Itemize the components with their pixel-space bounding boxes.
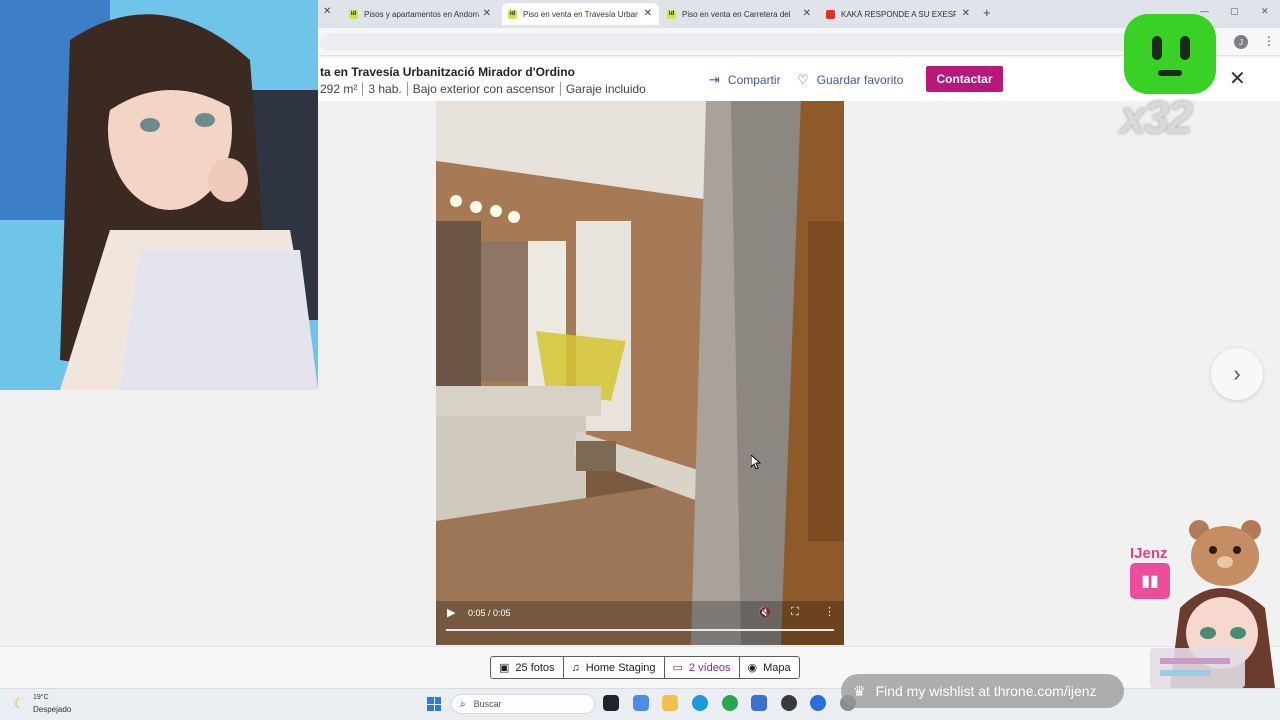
tab-label: Home Staging xyxy=(585,661,656,674)
tab-close-icon[interactable]: ✕ xyxy=(483,8,491,19)
idealista-favicon-icon: id xyxy=(667,9,676,19)
tab-close-icon[interactable]: ✕ xyxy=(323,6,331,17)
feature-area: 292 m² xyxy=(320,82,358,96)
browser-tab-piso-travesia[interactable]: id Piso en venta en Travesía Urbanitzaci… xyxy=(502,3,659,25)
share-label: Compartir xyxy=(727,73,781,87)
tab-title: KAKÁ RESPONDE A SU EXESPOSA xyxy=(841,9,956,19)
browser-tab-youtube[interactable]: KAKÁ RESPONDE A SU EXESPOSA ✕ xyxy=(820,3,977,25)
file-explorer-icon[interactable] xyxy=(662,695,678,711)
moon-icon[interactable]: ☾ xyxy=(13,696,25,712)
tab-map[interactable]: ◉ Mapa xyxy=(738,657,799,678)
more-options-icon[interactable]: ⋮ xyxy=(824,605,835,618)
mouse-cursor-icon xyxy=(751,455,761,469)
image-icon: ▣ xyxy=(499,662,510,674)
profile-avatar[interactable]: J xyxy=(1234,35,1248,49)
new-tab-button[interactable]: + xyxy=(983,5,991,20)
window-close-button[interactable]: ✕ xyxy=(1261,6,1269,17)
store-icon[interactable] xyxy=(751,695,767,711)
save-favorite-label: Guardar favorito xyxy=(816,73,904,87)
video-time: 0:05 / 0:05 xyxy=(468,608,511,618)
tab-label: 25 fotos xyxy=(515,661,555,674)
app-icon[interactable] xyxy=(810,695,826,711)
idealista-favicon-icon: id xyxy=(508,9,517,19)
browser-tab-pisos[interactable]: id Pisos y apartamentos en Andorra ✕ xyxy=(343,3,498,25)
webcam-overlay xyxy=(0,0,318,390)
share-icon: ⇥ xyxy=(709,72,720,87)
youtube-favicon-icon xyxy=(826,9,835,19)
address-bar[interactable] xyxy=(320,33,1130,51)
media-tabs: ▣ 25 fotos ♫ Home Staging ▭ 2 vídeos ◉ M… xyxy=(490,656,800,679)
tab-title: Pisos y apartamentos en Andorra xyxy=(364,9,479,19)
task-view-icon[interactable] xyxy=(603,695,619,711)
idealista-favicon-icon: id xyxy=(349,9,358,19)
heart-icon: ♡ xyxy=(797,72,809,87)
vtuber-avatar xyxy=(1150,578,1280,688)
chrome-icon[interactable] xyxy=(722,695,738,711)
death-counter: x32 xyxy=(1120,91,1193,143)
wishlist-banner: ♛ Find my wishlist at throne.com/ijenz xyxy=(841,674,1124,708)
feature-floor: Bajo exterior con ascensor xyxy=(406,82,560,96)
taskbar-search[interactable]: ⌕ Buscar xyxy=(451,694,595,714)
tab-home-staging[interactable]: ♫ Home Staging xyxy=(562,657,664,678)
map-pin-icon: ◉ xyxy=(747,662,758,674)
tab-videos[interactable]: ▭ 2 vídeos xyxy=(663,657,739,678)
video-icon: ▭ xyxy=(672,662,683,674)
video-frame-image xyxy=(436,101,844,645)
bell-icon: ♫ xyxy=(571,661,580,674)
search-icon: ⌕ xyxy=(460,698,466,710)
tab-title: Piso en venta en Carretera del xyxy=(682,9,791,19)
play-icon[interactable]: ▶ xyxy=(447,606,455,619)
listing-features: 292 m² 3 hab. Bajo exterior con ascensor… xyxy=(320,82,651,96)
browser-menu-icon[interactable]: ⋮ xyxy=(1263,34,1275,48)
weather-temperature[interactable]: 19°C xyxy=(33,694,49,701)
tab-close-icon[interactable]: ✕ xyxy=(962,8,970,19)
tab-label: Mapa xyxy=(763,661,791,674)
share-button[interactable]: ⇥ Compartir xyxy=(709,72,781,88)
counter-mascot-icon xyxy=(1124,14,1216,94)
feature-garage: Garaje incluido xyxy=(559,82,651,96)
search-placeholder: Buscar xyxy=(473,699,502,709)
feature-rooms: 3 hab. xyxy=(362,82,406,96)
tab-close-icon[interactable]: ✕ xyxy=(644,8,652,19)
obs-icon[interactable] xyxy=(781,695,797,711)
contact-button[interactable]: Contactar xyxy=(926,66,1003,92)
maximize-button[interactable]: ▢ xyxy=(1230,6,1239,17)
weather-description[interactable]: Despejado xyxy=(33,705,71,714)
browser-tab-piso-carretera[interactable]: id Piso en venta en Carretera del ✕ xyxy=(661,3,818,25)
edge-icon[interactable] xyxy=(692,695,708,711)
close-gallery-icon[interactable]: ✕ xyxy=(1229,68,1246,90)
tab-close-icon[interactable]: ✕ xyxy=(803,8,811,19)
save-favorite-button[interactable]: ♡ Guardar favorito xyxy=(797,72,903,88)
video-progress-bar[interactable] xyxy=(446,629,834,631)
webcam-image xyxy=(0,0,318,390)
listing-video[interactable] xyxy=(436,101,844,645)
next-arrow-button[interactable]: › xyxy=(1211,348,1263,400)
copilot-icon[interactable] xyxy=(633,695,649,711)
crown-icon: ♛ xyxy=(853,682,866,699)
tab-photos[interactable]: ▣ 25 fotos xyxy=(491,657,563,678)
mute-icon[interactable]: 🔇 xyxy=(758,606,772,619)
wishlist-text: Find my wishlist at throne.com/ijenz xyxy=(875,683,1097,699)
streamer-name: IJenz xyxy=(1130,545,1168,562)
fullscreen-icon[interactable]: ⛶ xyxy=(791,606,799,619)
tab-title: Piso en venta en Travesía Urbanització xyxy=(523,9,638,19)
windows-start-icon[interactable] xyxy=(427,697,441,711)
tab-label: 2 vídeos xyxy=(688,661,731,674)
listing-title: ta en Travesía Urbanització Mirador d'Or… xyxy=(320,65,575,79)
